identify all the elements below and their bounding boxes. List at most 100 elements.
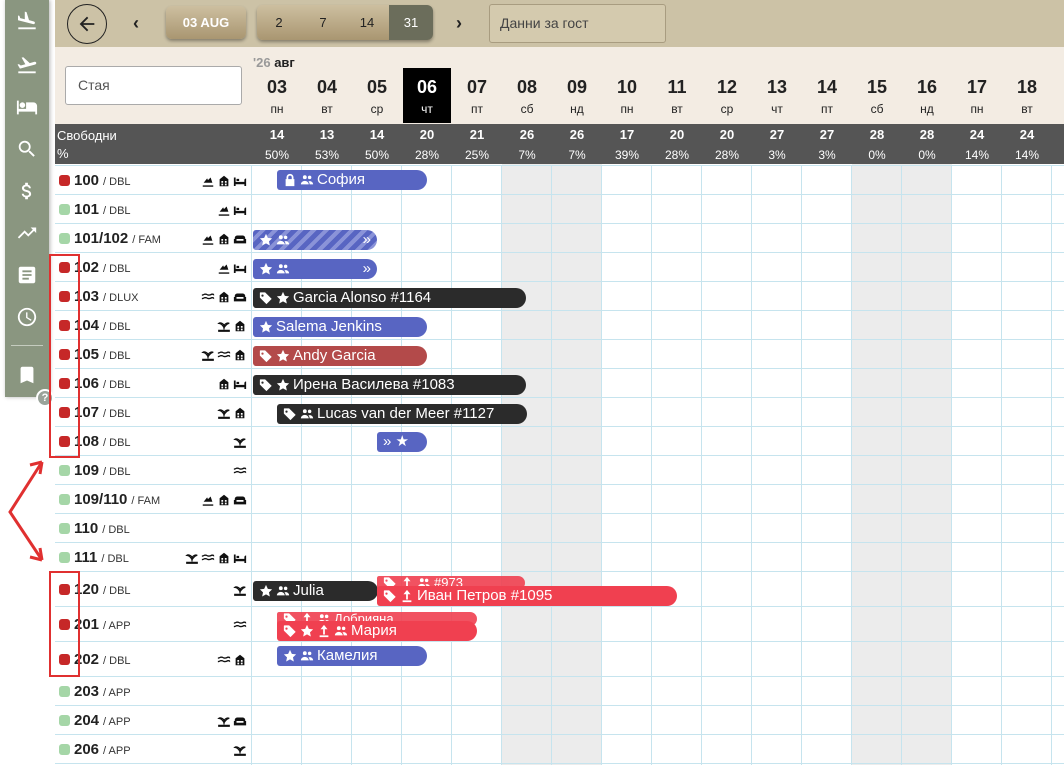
building-icon <box>219 552 229 563</box>
date-picker-button[interactable]: 03 AUG <box>166 6 246 39</box>
building-icon <box>235 320 245 331</box>
room-type: / DBL <box>103 349 131 362</box>
room-row[interactable]: 120/ DBL <box>55 572 251 607</box>
next-period-button[interactable]: › <box>456 13 462 34</box>
range-7-button[interactable]: 7 <box>301 5 345 40</box>
day-number: 14 <box>816 77 838 97</box>
room-type: / APP <box>103 686 131 699</box>
day-number: 16 <box>916 77 938 97</box>
trend-up-icon[interactable] <box>5 218 49 248</box>
day-column-header[interactable]: 11 вт <box>652 68 702 123</box>
booking-bar[interactable]: Julia <box>253 581 378 601</box>
room-row[interactable]: 111/ DBL <box>55 543 251 572</box>
back-button[interactable] <box>67 4 107 44</box>
free-count-cell: 20 28% <box>652 124 702 164</box>
garden-icon <box>233 437 246 448</box>
day-column-header[interactable]: 12 ср <box>702 68 752 123</box>
free-count-cell: 14 50% <box>352 124 402 164</box>
day-column-header[interactable]: 10 пн <box>602 68 652 123</box>
day-of-week: чт <box>771 102 783 116</box>
room-row[interactable]: 107/ DBL <box>55 398 251 427</box>
sea-icon <box>233 621 247 627</box>
room-row[interactable]: 109/ DBL <box>55 456 251 485</box>
star-icon <box>276 291 290 304</box>
group-icon <box>300 409 314 419</box>
guest-search-input[interactable]: Данни за гост <box>489 4 666 43</box>
booking-bar[interactable]: Lucas van der Meer #1127 <box>277 404 527 424</box>
room-number: 111/ DBL <box>74 548 129 566</box>
day-column-header[interactable]: 18 вт <box>1002 68 1052 123</box>
room-row[interactable]: 103/ DLUX <box>55 282 251 311</box>
prev-period-button[interactable]: ‹ <box>133 13 139 34</box>
room-row[interactable]: 100/ DBL <box>55 166 251 195</box>
room-number: 206/ APP <box>74 740 131 758</box>
booking-bar[interactable]: Salema Jenkins <box>253 317 427 337</box>
day-column-header[interactable]: 05 ср <box>352 68 402 123</box>
bookmark-icon[interactable] <box>5 360 49 390</box>
day-column-header[interactable]: 06 чт <box>403 68 451 123</box>
booking-bar[interactable]: Иван Петров #1095 <box>377 586 677 606</box>
room-row[interactable]: 106/ DBL <box>55 369 251 398</box>
range-14-button[interactable]: 14 <box>345 5 389 40</box>
room-row[interactable]: 203/ APP <box>55 677 251 706</box>
day-column-header[interactable]: 04 вт <box>302 68 352 123</box>
room-row[interactable]: 109/110/ FAM <box>55 485 251 514</box>
range-31-button[interactable]: 31 <box>389 5 433 40</box>
free-count-cell: 24 14% <box>1002 124 1052 164</box>
grid-column-line <box>701 165 702 765</box>
room-row[interactable]: 102/ DBL <box>55 253 251 282</box>
booking-bar[interactable]: Andy Garcia <box>253 346 427 366</box>
plane-landing-icon[interactable] <box>5 6 49 36</box>
range-2-button[interactable]: 2 <box>257 5 301 40</box>
booking-bar[interactable]: София <box>277 170 427 190</box>
room-row[interactable]: 105/ DBL <box>55 340 251 369</box>
room-row[interactable]: 110/ DBL <box>55 514 251 543</box>
room-row[interactable]: 204/ APP <box>55 706 251 735</box>
booking-bar[interactable]: Камелия <box>277 646 427 666</box>
day-of-week: вт <box>1021 102 1033 116</box>
day-column-header[interactable]: 14 пт <box>802 68 852 123</box>
room-row[interactable]: 101/ DBL <box>55 195 251 224</box>
day-column-header[interactable]: 03 пн <box>252 68 302 123</box>
day-column-header[interactable]: 16 нд <box>902 68 952 123</box>
day-column-header[interactable]: 13 чт <box>752 68 802 123</box>
dollar-icon[interactable] <box>5 176 49 206</box>
lock-icon <box>285 173 295 187</box>
booking-bar[interactable]: Мария <box>277 621 477 641</box>
day-column-header[interactable]: 07 пт <box>452 68 502 123</box>
garden-icon <box>217 716 230 727</box>
room-row[interactable]: 101/102/ FAM <box>55 224 251 253</box>
booking-bar[interactable]: » <box>253 259 377 279</box>
room-row[interactable]: 108/ DBL <box>55 427 251 456</box>
clock-icon[interactable] <box>5 302 49 332</box>
search-icon[interactable] <box>5 134 49 164</box>
day-column-header[interactable]: 09 нд <box>552 68 602 123</box>
booking-bar[interactable]: » <box>253 230 377 250</box>
day-column-header[interactable]: 17 пн <box>952 68 1002 123</box>
booking-bar[interactable]: » ★ <box>377 432 427 452</box>
room-type: / APP <box>103 744 131 757</box>
bed-icon[interactable] <box>5 92 49 122</box>
report-icon[interactable] <box>5 260 49 290</box>
beach-icon <box>202 496 214 506</box>
sidebar-divider <box>11 345 43 346</box>
room-row[interactable]: 206/ APP <box>55 735 251 764</box>
sea-icon <box>217 351 231 357</box>
free-count: 14 <box>369 127 385 142</box>
day-of-week: нд <box>920 102 934 116</box>
room-row[interactable]: 202/ DBL <box>55 642 251 677</box>
bed-icon <box>233 177 247 186</box>
room-status-dot <box>59 464 70 476</box>
free-count: 17 <box>619 127 635 142</box>
day-column-header[interactable]: 15 сб <box>852 68 902 123</box>
day-column-header[interactable]: 08 сб <box>502 68 552 123</box>
free-count-cell: 26 7% <box>502 124 552 164</box>
booking-bar[interactable]: Garcia Alonso #1164 <box>253 288 526 308</box>
booking-bar[interactable]: Ирена Василева #1083 <box>253 375 526 395</box>
star-icon <box>276 349 290 362</box>
room-row[interactable]: 201/ APP <box>55 607 251 642</box>
room-row[interactable]: 104/ DBL <box>55 311 251 340</box>
plane-departure-icon[interactable] <box>5 50 49 80</box>
room-number: 102/ DBL <box>74 258 131 276</box>
room-search-input[interactable]: Стая <box>65 66 242 105</box>
